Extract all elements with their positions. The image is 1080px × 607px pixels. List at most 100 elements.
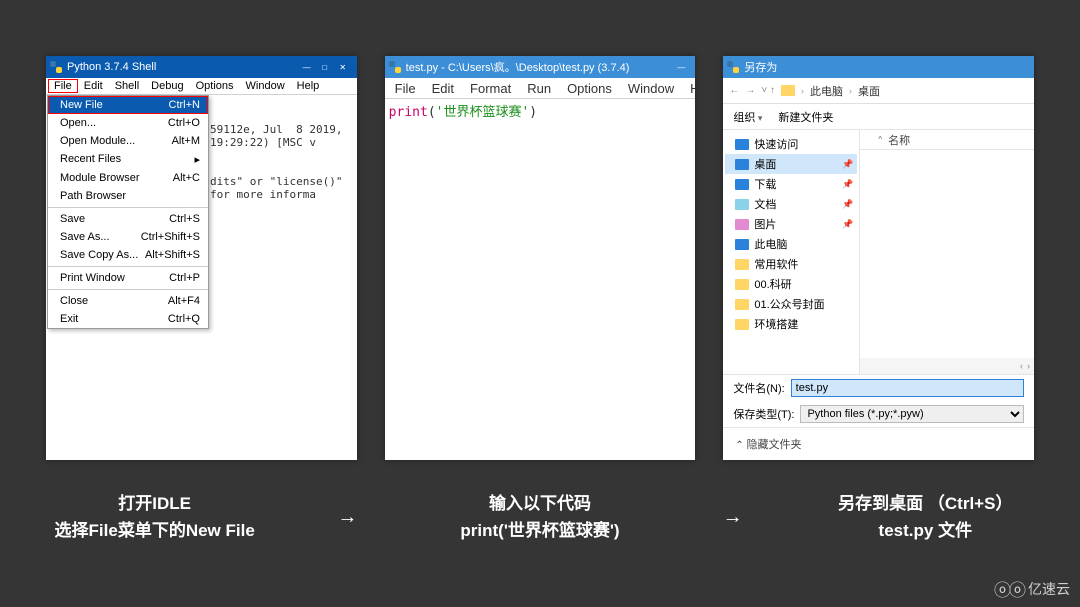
code-editor[interactable]: print('世界杯篮球赛') (385, 99, 696, 460)
titlebar-editor[interactable]: test.py - C:\Users\疯。\Desktop\test.py (3… (385, 56, 696, 78)
filename-row: 文件名(N): (723, 374, 1034, 401)
pin-icon: 📌 (842, 219, 853, 230)
watermark: ⓞⓞ 亿速云 (994, 576, 1070, 601)
caption-3: 另存到桌面 （Ctrl+S） test.py 文件 (771, 490, 1080, 544)
menu-save-copy-as[interactable]: Save Copy As...Alt+Shift+S (48, 246, 208, 264)
tree-desktop[interactable]: 桌面📌 (725, 154, 857, 174)
file-list[interactable]: ^ 名称 ‹› (860, 130, 1034, 374)
menu-help[interactable]: Help (682, 79, 695, 98)
titlebar-shell[interactable]: Python 3.7.4 Shell — □ ✕ (46, 56, 357, 78)
up-icon[interactable]: ˅ ↑ (761, 85, 775, 96)
chevron-right-icon[interactable]: › (1027, 361, 1030, 371)
list-header[interactable]: ^ 名称 (860, 130, 1034, 150)
crumb-desktop[interactable]: 桌面 (858, 83, 880, 99)
menu-path-browser[interactable]: Path Browser (48, 187, 208, 205)
nav-tree[interactable]: 快速访问 桌面📌 下载📌 文档📌 图片📌 此电脑 常用软件 00.科研 01.公… (723, 130, 860, 374)
menu-run[interactable]: Run (519, 79, 559, 98)
sort-arrow-icon: ^ (878, 135, 882, 144)
tree-documents[interactable]: 文档📌 (725, 194, 857, 214)
idle-shell-window: Python 3.7.4 Shell — □ ✕ File Edit Shell… (46, 56, 357, 460)
pin-icon: 📌 (842, 159, 853, 170)
arrow-right-icon: → (337, 506, 357, 529)
shell-line-1: 59112e, Jul 8 2019, 19:29:22) [MSC v (210, 123, 349, 149)
pin-icon: 📌 (842, 179, 853, 190)
chevron-left-icon[interactable]: ‹ (1020, 361, 1023, 371)
close-icon[interactable]: ✕ (335, 61, 351, 73)
col-name[interactable]: 名称 (888, 132, 910, 148)
python-icon (389, 61, 401, 73)
desktop-icon (735, 159, 749, 170)
logo-icon: ⓞⓞ (994, 576, 1024, 601)
picture-icon (735, 219, 749, 230)
tree-folder[interactable]: 00.科研 (725, 274, 857, 294)
menu-edit[interactable]: Edit (424, 79, 462, 98)
star-icon (735, 139, 749, 150)
menubar-editor[interactable]: File Edit Format Run Options Window Help (385, 78, 696, 99)
arrow-right-icon: → (723, 506, 743, 529)
python-icon (727, 61, 739, 73)
chevron-right-icon: › (849, 86, 852, 96)
filename-input[interactable] (791, 379, 1024, 397)
file-menu-dropdown[interactable]: New FileCtrl+N Open...Ctrl+O Open Module… (47, 95, 209, 329)
menu-debug[interactable]: Debug (145, 79, 189, 93)
tree-scrollbar[interactable]: ‹› (860, 358, 1034, 374)
folder-icon (735, 259, 749, 270)
filetype-select[interactable]: Python files (*.py;*.pyw) (800, 405, 1024, 423)
menu-open[interactable]: Open...Ctrl+O (48, 114, 208, 132)
titlebar-saveas[interactable]: 另存为 (723, 56, 1034, 78)
chevron-right-icon: › (801, 86, 804, 96)
folder-icon (735, 279, 749, 290)
caption-2: 输入以下代码 print('世界杯篮球赛') (385, 490, 694, 544)
menu-print-window[interactable]: Print WindowCtrl+P (48, 269, 208, 287)
tree-pictures[interactable]: 图片📌 (725, 214, 857, 234)
menu-file[interactable]: File (48, 79, 78, 93)
menu-edit[interactable]: Edit (78, 79, 109, 93)
shell-line-2: dits" or "license()" for more informa (210, 175, 349, 201)
pin-icon: 📌 (842, 199, 853, 210)
crumb-this-pc[interactable]: 此电脑 (810, 83, 843, 99)
menu-module-browser[interactable]: Module BrowserAlt+C (48, 169, 208, 187)
organize-menu[interactable]: 组织 (733, 109, 762, 125)
new-folder-button[interactable]: 新建文件夹 (778, 109, 833, 125)
menu-exit[interactable]: ExitCtrl+Q (48, 310, 208, 328)
menu-options[interactable]: Options (190, 79, 240, 93)
save-as-dialog: 另存为 ← → ˅ ↑ › 此电脑 › 桌面 组织 新建文件夹 快速访问 桌面📌… (723, 56, 1034, 460)
menu-save[interactable]: SaveCtrl+S (48, 210, 208, 228)
tree-folder[interactable]: 01.公众号封面 (725, 294, 857, 314)
menu-recent-files[interactable]: Recent Files▸ (48, 150, 208, 169)
folder-icon (735, 299, 749, 310)
toolbar: 组织 新建文件夹 (723, 104, 1034, 130)
idle-editor-window: test.py - C:\Users\疯。\Desktop\test.py (3… (385, 56, 696, 460)
menu-help[interactable]: Help (291, 79, 326, 93)
tree-this-pc[interactable]: 此电脑 (725, 234, 857, 254)
menu-format[interactable]: Format (462, 79, 519, 98)
maximize-icon[interactable]: □ (317, 61, 333, 73)
menu-open-module[interactable]: Open Module...Alt+M (48, 132, 208, 150)
menu-options[interactable]: Options (559, 79, 620, 98)
breadcrumb[interactable]: ← → ˅ ↑ › 此电脑 › 桌面 (723, 78, 1034, 104)
window-title: 另存为 (744, 59, 777, 75)
hide-folders-toggle[interactable]: 隐藏文件夹 (723, 427, 1034, 460)
download-icon (735, 179, 749, 190)
menu-window[interactable]: Window (620, 79, 682, 98)
menu-save-as[interactable]: Save As...Ctrl+Shift+S (48, 228, 208, 246)
menu-new-file[interactable]: New FileCtrl+N (48, 96, 208, 114)
forward-icon[interactable]: → (745, 85, 755, 96)
menu-file[interactable]: File (387, 79, 424, 98)
tree-quick-access[interactable]: 快速访问 (725, 134, 857, 154)
minimize-icon[interactable]: — (299, 61, 315, 73)
back-icon[interactable]: ← (729, 85, 739, 96)
tree-downloads[interactable]: 下载📌 (725, 174, 857, 194)
menu-shell[interactable]: Shell (109, 79, 145, 93)
minimize-icon[interactable]: — (673, 61, 689, 73)
menu-window[interactable]: Window (240, 79, 291, 93)
captions: 打开IDLE 选择File菜单下的New File → 输入以下代码 print… (0, 490, 1080, 544)
filetype-label: 保存类型(T): (733, 406, 794, 422)
code-print: print (389, 105, 428, 120)
menubar-shell[interactable]: File Edit Shell Debug Options Window Hel… (46, 78, 357, 95)
tree-folder[interactable]: 环境搭建 (725, 314, 857, 334)
caption-1: 打开IDLE 选择File菜单下的New File (0, 490, 309, 544)
tree-folder[interactable]: 常用软件 (725, 254, 857, 274)
menu-close[interactable]: CloseAlt+F4 (48, 292, 208, 310)
window-title: test.py - C:\Users\疯。\Desktop\test.py (3… (406, 59, 630, 75)
